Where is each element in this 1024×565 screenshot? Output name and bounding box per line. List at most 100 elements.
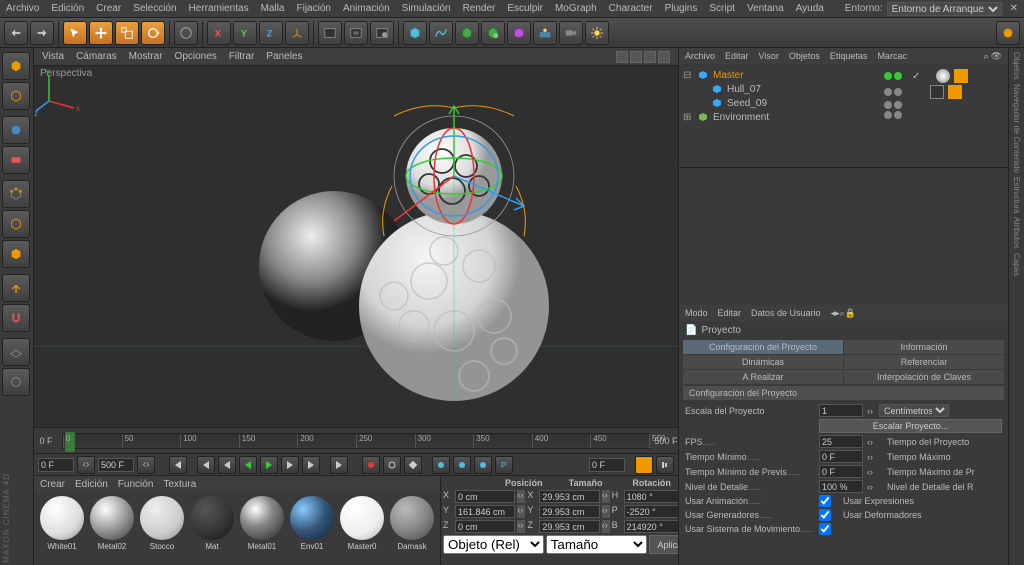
workplane-tool[interactable] bbox=[2, 338, 30, 366]
field-FPS[interactable] bbox=[819, 435, 863, 448]
matmenu-textura[interactable]: Textura bbox=[163, 479, 196, 490]
attr-tab[interactable]: Referenciar bbox=[844, 355, 1004, 369]
deformer-tool[interactable] bbox=[507, 21, 531, 45]
texture-mode[interactable] bbox=[2, 116, 30, 144]
snap-settings[interactable] bbox=[2, 368, 30, 396]
rot-B[interactable] bbox=[624, 520, 684, 533]
viewmenu-filtrar[interactable]: Filtrar bbox=[229, 51, 255, 62]
material-item[interactable]: Metal02 bbox=[88, 496, 136, 561]
menu-ayuda[interactable]: Ayuda bbox=[796, 3, 824, 14]
matmenu-función[interactable]: Función bbox=[118, 479, 154, 490]
menu-animación[interactable]: Animación bbox=[343, 3, 390, 14]
material-item[interactable]: Metal01 bbox=[238, 496, 286, 561]
pan-icon[interactable] bbox=[630, 51, 642, 63]
objmenu-marcac[interactable]: Marcac bbox=[877, 51, 907, 61]
menu-render[interactable]: Render bbox=[463, 3, 496, 14]
environment-tool[interactable] bbox=[533, 21, 557, 45]
attr-tab[interactable]: Dinámicas bbox=[683, 355, 843, 369]
undo-button[interactable] bbox=[4, 21, 28, 45]
rot-P[interactable] bbox=[624, 505, 684, 518]
size-X[interactable] bbox=[539, 490, 599, 503]
attr-tab[interactable]: Información bbox=[844, 340, 1004, 354]
env-select[interactable]: Entorno de Arranque bbox=[887, 2, 1002, 16]
check-Usar Sistema de Movimiento[interactable] bbox=[819, 523, 831, 535]
menu-archivo[interactable]: Archivo bbox=[6, 3, 39, 14]
generator-tool[interactable] bbox=[481, 21, 505, 45]
object-row[interactable]: ⊞Environment bbox=[683, 110, 884, 124]
check-Usar Generadores[interactable] bbox=[819, 509, 831, 521]
check-Usar Animación[interactable] bbox=[819, 495, 831, 507]
material-item[interactable]: Mat bbox=[188, 496, 236, 561]
viewmenu-vista[interactable]: Vista bbox=[42, 51, 64, 62]
close-icon[interactable]: ✕ bbox=[1010, 3, 1018, 14]
zoom-icon[interactable] bbox=[644, 51, 656, 63]
attrmenu-modo[interactable]: Modo bbox=[685, 308, 708, 318]
max-icon[interactable] bbox=[658, 51, 670, 63]
prev-key-button[interactable] bbox=[197, 456, 215, 474]
camera-tool[interactable] bbox=[559, 21, 583, 45]
menu-fijación[interactable]: Fijación bbox=[296, 3, 330, 14]
spin-icon[interactable]: ‹› bbox=[137, 456, 155, 474]
menu-esculpir[interactable]: Esculpir bbox=[507, 3, 543, 14]
z-axis-lock[interactable]: Z bbox=[259, 21, 283, 45]
side-tab-atributos[interactable]: Atributos bbox=[1012, 217, 1021, 249]
eye-icon[interactable]: 👁 bbox=[991, 51, 1002, 62]
objmenu-visor[interactable]: Visor bbox=[759, 51, 779, 61]
pos-Z[interactable] bbox=[455, 520, 515, 533]
objmenu-editar[interactable]: Editar bbox=[725, 51, 749, 61]
scale-tool[interactable] bbox=[115, 21, 139, 45]
keyframe-sel-button[interactable] bbox=[404, 456, 422, 474]
size-Z[interactable] bbox=[539, 520, 599, 533]
content-browser[interactable] bbox=[996, 21, 1020, 45]
menu-crear[interactable]: Crear bbox=[96, 3, 121, 14]
objmenu-objetos[interactable]: Objetos bbox=[789, 51, 820, 61]
field-Tiempo Mínimo[interactable] bbox=[819, 450, 863, 463]
menu-malla[interactable]: Malla bbox=[261, 3, 285, 14]
spin-icon[interactable]: ‹› bbox=[77, 456, 95, 474]
pos-Y[interactable] bbox=[455, 505, 515, 518]
search-icon[interactable]: ⌕ bbox=[984, 51, 989, 62]
field-Escala del Proyecto[interactable] bbox=[819, 404, 863, 417]
side-tab-estructura[interactable]: Estructura bbox=[1012, 177, 1021, 213]
recent-tool[interactable] bbox=[174, 21, 198, 45]
size-Y[interactable] bbox=[539, 505, 599, 518]
redo-button[interactable] bbox=[30, 21, 54, 45]
scale-project-button[interactable]: Escalar Proyecto... bbox=[819, 419, 1002, 433]
pos-X[interactable] bbox=[455, 490, 515, 503]
next-key-button[interactable] bbox=[302, 456, 320, 474]
coord-size-select[interactable]: Tamaño bbox=[546, 535, 647, 554]
nurbs-tool[interactable] bbox=[455, 21, 479, 45]
viewmenu-paneles[interactable]: Paneles bbox=[266, 51, 302, 62]
material-item[interactable]: White01 bbox=[38, 496, 86, 561]
menu-ventana[interactable]: Ventana bbox=[747, 3, 784, 14]
object-row[interactable]: Hull_07 bbox=[683, 82, 884, 96]
attr-tab[interactable]: Interpolación de Claves bbox=[844, 370, 1004, 384]
key-param-button[interactable]: P bbox=[495, 456, 513, 474]
material-item[interactable]: Stocco bbox=[138, 496, 186, 561]
menu-herramientas[interactable]: Herramientas bbox=[189, 3, 249, 14]
axis-tool[interactable] bbox=[2, 274, 30, 302]
attrmenu-editar[interactable]: Editar bbox=[718, 308, 742, 318]
menu-selección[interactable]: Selección bbox=[133, 3, 176, 14]
point-mode[interactable] bbox=[2, 180, 30, 208]
side-tab-navegador de contenido[interactable]: Navegador de Contenido bbox=[1012, 84, 1021, 173]
marker-button[interactable] bbox=[635, 456, 653, 474]
matmenu-crear[interactable]: Crear bbox=[40, 479, 65, 490]
field-Tiempo Mínimo de Previs[interactable] bbox=[819, 465, 863, 478]
goto-end-button[interactable] bbox=[330, 456, 348, 474]
rotate-tool[interactable] bbox=[141, 21, 165, 45]
menu-plugins[interactable]: Plugins bbox=[665, 3, 698, 14]
side-tab-capas[interactable]: Capas bbox=[1012, 253, 1021, 276]
side-tab-objetos[interactable]: Objetos bbox=[1012, 52, 1021, 80]
sound-button[interactable] bbox=[656, 456, 674, 474]
next-frame-button[interactable] bbox=[281, 456, 299, 474]
move-tool[interactable] bbox=[89, 21, 113, 45]
camera-icon[interactable] bbox=[616, 51, 628, 63]
key-scale-button[interactable] bbox=[453, 456, 471, 474]
y-axis-lock[interactable]: Y bbox=[233, 21, 257, 45]
start-frame-input[interactable] bbox=[38, 458, 74, 472]
key-pos-button[interactable] bbox=[432, 456, 450, 474]
cube-primitive[interactable] bbox=[403, 21, 427, 45]
play-forward-button[interactable] bbox=[260, 456, 278, 474]
current-frame-input[interactable] bbox=[589, 458, 625, 472]
